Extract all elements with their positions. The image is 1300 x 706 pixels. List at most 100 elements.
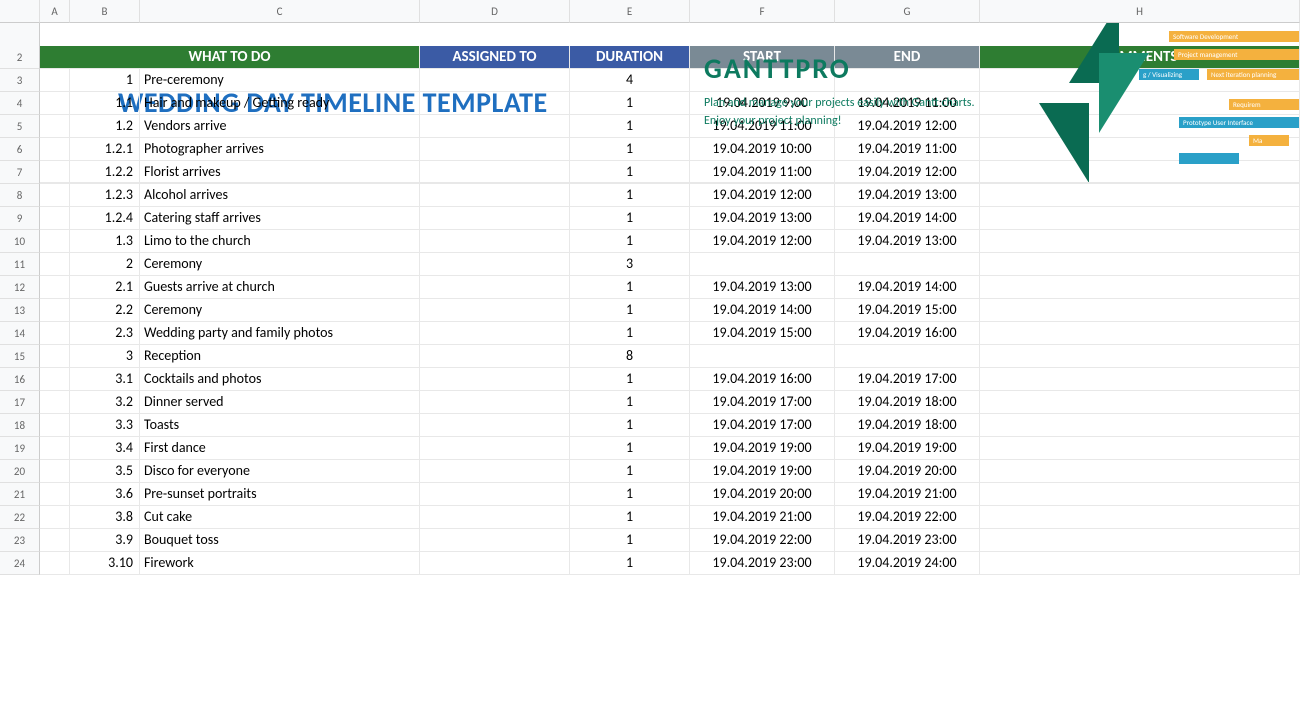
cell-duration[interactable]: 1 (570, 368, 690, 391)
col-header-H[interactable]: H (980, 0, 1300, 23)
cell-task-name[interactable]: Wedding party and family photos (140, 322, 420, 345)
cell-task-id[interactable]: 2.3 (70, 322, 140, 345)
cell-end[interactable]: 19.04.2019 23:00 (835, 529, 980, 552)
cell-task-name[interactable]: First dance (140, 437, 420, 460)
cell-start[interactable]: 19.04.2019 12:00 (690, 230, 835, 253)
cell-assigned[interactable] (420, 322, 570, 345)
cell-task-id[interactable]: 3.1 (70, 368, 140, 391)
cell-task-id[interactable]: 2.2 (70, 299, 140, 322)
cell-start[interactable]: 19.04.2019 19:00 (690, 437, 835, 460)
cell-end[interactable]: 19.04.2019 16:00 (835, 322, 980, 345)
cell-task-name[interactable]: Vendors arrive (140, 115, 420, 138)
cell-task-id[interactable]: 1 (70, 69, 140, 92)
row-header-22[interactable]: 22 (0, 506, 40, 529)
cell-A[interactable] (40, 437, 70, 460)
cell-assigned[interactable] (420, 391, 570, 414)
spreadsheet-grid[interactable]: A B C D E F G H 1 WEDDING DAY TIMELINE T… (0, 0, 1300, 575)
cell-start[interactable] (690, 345, 835, 368)
cell-comments[interactable] (980, 460, 1300, 483)
cell-duration[interactable]: 3 (570, 253, 690, 276)
cell-comments[interactable] (980, 322, 1300, 345)
cell-task-id[interactable]: 1.2.4 (70, 207, 140, 230)
cell-task-id[interactable]: 2.1 (70, 276, 140, 299)
cell-A[interactable] (40, 115, 70, 138)
cell-end[interactable]: 19.04.2019 15:00 (835, 299, 980, 322)
th-whattodo[interactable]: WHAT TO DO (40, 46, 420, 69)
th-duration[interactable]: DURATION (570, 46, 690, 69)
cell-A[interactable] (40, 391, 70, 414)
cell-task-id[interactable]: 3.4 (70, 437, 140, 460)
col-header-A[interactable]: A (40, 0, 70, 23)
cell-task-name[interactable]: Limo to the church (140, 230, 420, 253)
cell-end[interactable]: 19.04.2019 19:00 (835, 437, 980, 460)
cell-duration[interactable]: 1 (570, 161, 690, 184)
col-header-B[interactable]: B (70, 0, 140, 23)
cell-assigned[interactable] (420, 69, 570, 92)
cell-duration[interactable]: 1 (570, 437, 690, 460)
cell-assigned[interactable] (420, 161, 570, 184)
cell-comments[interactable] (980, 207, 1300, 230)
cell-task-name[interactable]: Disco for everyone (140, 460, 420, 483)
cell-start[interactable]: 19.04.2019 22:00 (690, 529, 835, 552)
row-header-12[interactable]: 12 (0, 276, 40, 299)
cell-duration[interactable]: 1 (570, 552, 690, 575)
cell-end[interactable]: 19.04.2019 22:00 (835, 506, 980, 529)
cell-end[interactable] (835, 253, 980, 276)
cell-end[interactable]: 19.04.2019 14:00 (835, 207, 980, 230)
cell-task-id[interactable]: 3.10 (70, 552, 140, 575)
cell-task-id[interactable]: 3 (70, 345, 140, 368)
cell-A[interactable] (40, 368, 70, 391)
cell-comments[interactable] (980, 552, 1300, 575)
cell-assigned[interactable] (420, 483, 570, 506)
cell-assigned[interactable] (420, 460, 570, 483)
cell-task-id[interactable]: 1.2 (70, 115, 140, 138)
cell-duration[interactable]: 1 (570, 506, 690, 529)
cell-task-name[interactable]: Photographer arrives (140, 138, 420, 161)
cell-duration[interactable]: 1 (570, 115, 690, 138)
cell-task-name[interactable]: Alcohol arrives (140, 184, 420, 207)
cell-duration[interactable]: 1 (570, 92, 690, 115)
cell-duration[interactable]: 1 (570, 299, 690, 322)
row-header-9[interactable]: 9 (0, 207, 40, 230)
cell-end[interactable]: 19.04.2019 13:00 (835, 184, 980, 207)
row-header-3[interactable]: 3 (0, 69, 40, 92)
row-header-24[interactable]: 24 (0, 552, 40, 575)
cell-task-name[interactable]: Catering staff arrives (140, 207, 420, 230)
cell-comments[interactable] (980, 529, 1300, 552)
cell-assigned[interactable] (420, 437, 570, 460)
cell-comments[interactable] (980, 230, 1300, 253)
cell-comments[interactable] (980, 368, 1300, 391)
row-header-10[interactable]: 10 (0, 230, 40, 253)
cell-assigned[interactable] (420, 529, 570, 552)
cell-assigned[interactable] (420, 414, 570, 437)
cell-task-name[interactable]: Ceremony (140, 253, 420, 276)
cell-comments[interactable] (980, 345, 1300, 368)
cell-A[interactable] (40, 414, 70, 437)
cell-duration[interactable]: 1 (570, 483, 690, 506)
cell-task-name[interactable]: Pre-sunset portraits (140, 483, 420, 506)
select-all-corner[interactable] (0, 0, 40, 23)
cell-task-name[interactable]: Reception (140, 345, 420, 368)
row-header-20[interactable]: 20 (0, 460, 40, 483)
cell-start[interactable]: 19.04.2019 16:00 (690, 368, 835, 391)
row-header-4[interactable]: 4 (0, 92, 40, 115)
cell-start[interactable]: 19.04.2019 14:00 (690, 299, 835, 322)
cell-A[interactable] (40, 230, 70, 253)
cell-start[interactable]: 19.04.2019 17:00 (690, 391, 835, 414)
cell-task-name[interactable]: Bouquet toss (140, 529, 420, 552)
cell-assigned[interactable] (420, 138, 570, 161)
cell-duration[interactable]: 1 (570, 230, 690, 253)
cell-start[interactable]: 19.04.2019 20:00 (690, 483, 835, 506)
cell-end[interactable]: 19.04.2019 24:00 (835, 552, 980, 575)
cell-start[interactable]: 19.04.2019 23:00 (690, 552, 835, 575)
cell-start[interactable] (690, 253, 835, 276)
cell-assigned[interactable] (420, 506, 570, 529)
row-header-7[interactable]: 7 (0, 161, 40, 184)
cell-task-id[interactable]: 1.3 (70, 230, 140, 253)
cell-task-name[interactable]: Toasts (140, 414, 420, 437)
cell-task-id[interactable]: 1.2.3 (70, 184, 140, 207)
row-header-11[interactable]: 11 (0, 253, 40, 276)
cell-task-id[interactable]: 3.6 (70, 483, 140, 506)
cell-end[interactable]: 19.04.2019 17:00 (835, 368, 980, 391)
cell-start[interactable]: 19.04.2019 19:00 (690, 460, 835, 483)
